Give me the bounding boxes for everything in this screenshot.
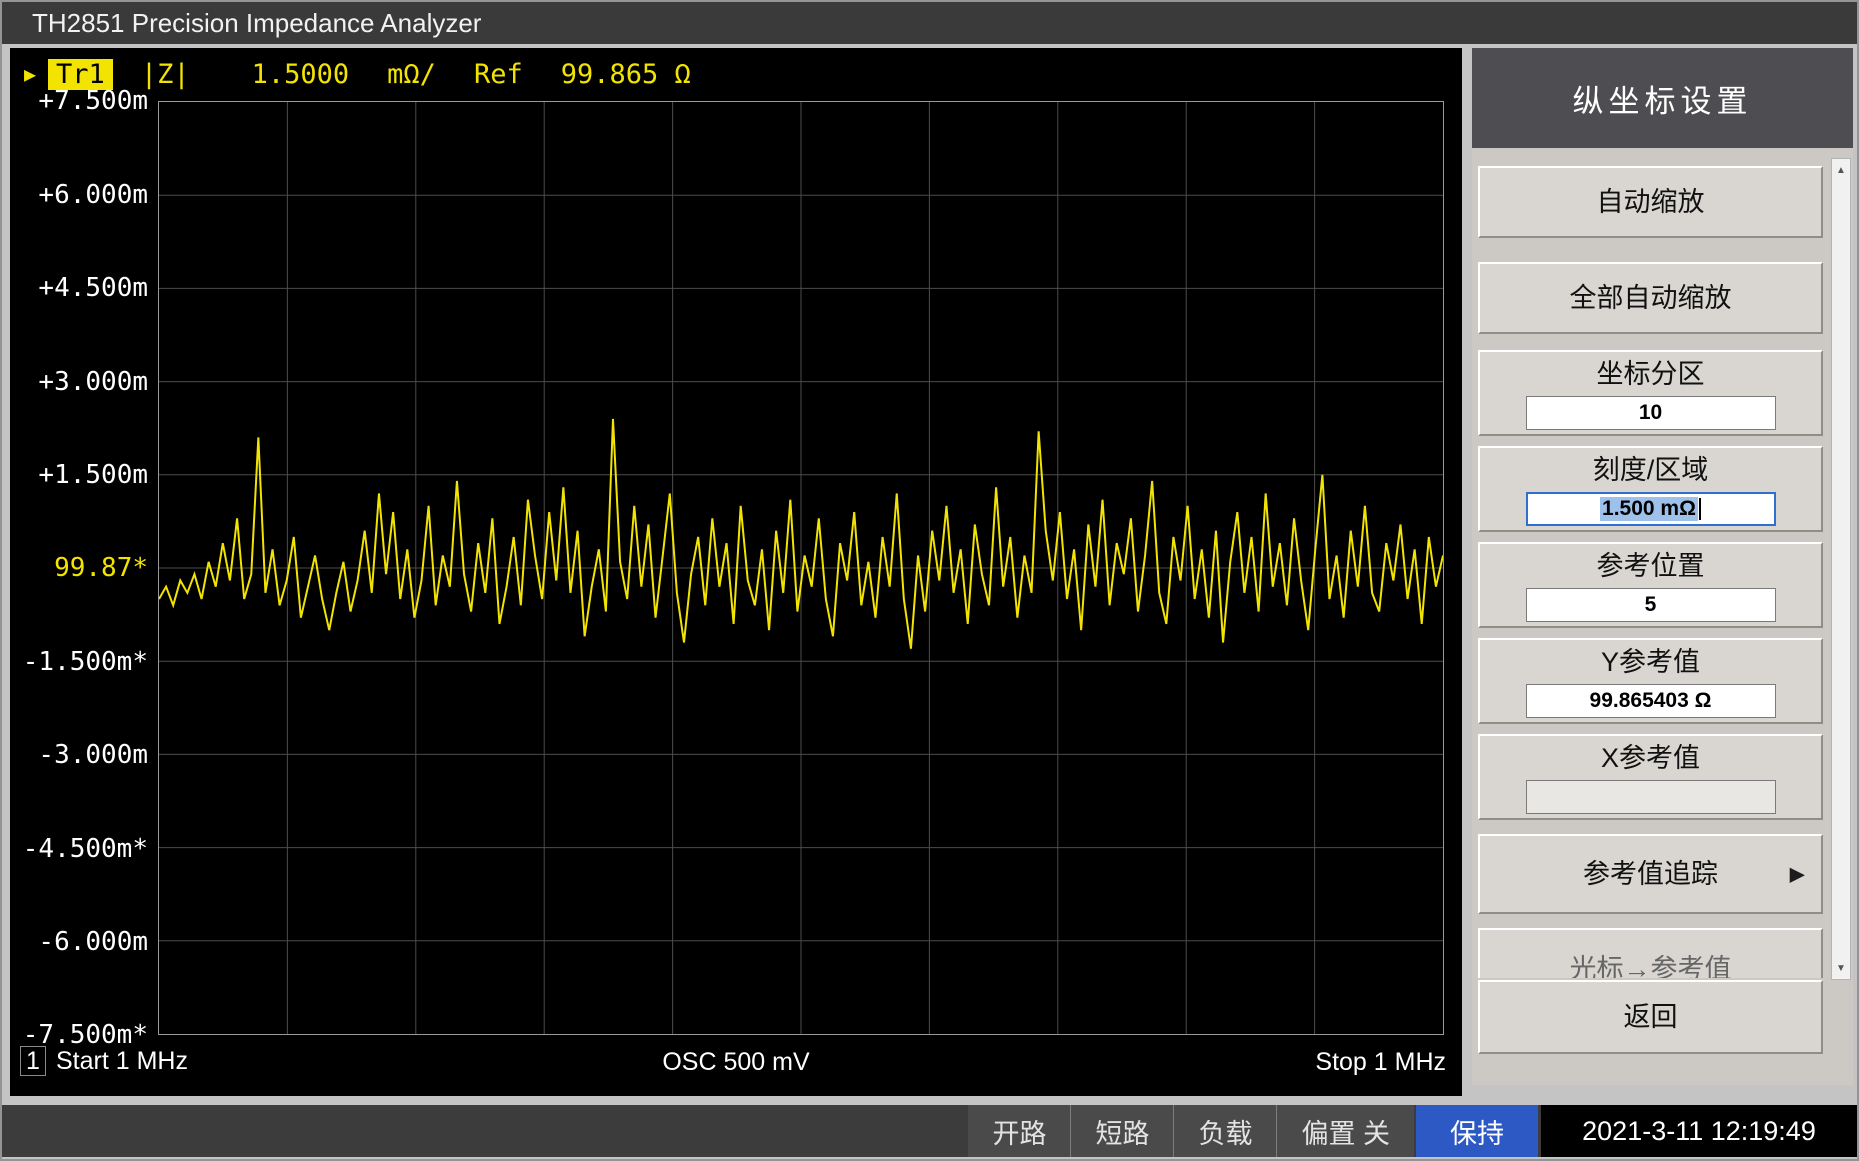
bottom-bar: 开路 短路 负载 偏置 关 保持 2021-3-11 12:19:49	[2, 1105, 1857, 1157]
y-axis-label: +6.000m	[10, 180, 148, 210]
trace-grid-svg	[159, 102, 1443, 1034]
back-label: 返回	[1624, 1000, 1678, 1034]
scroll-up-icon[interactable]: ▲	[1832, 159, 1850, 181]
divisions-input[interactable]: 10	[1526, 396, 1776, 430]
scale-per-division-button[interactable]: 刻度/区域 1.500 mΩ	[1478, 446, 1823, 532]
reference-tracking-label: 参考值追踪	[1583, 857, 1718, 891]
y-axis-label: +4.500m	[10, 273, 148, 303]
scale-per-division-input[interactable]: 1.500 mΩ	[1526, 492, 1776, 526]
x-reference-button[interactable]: X参考值	[1478, 734, 1823, 820]
scroll-down-icon[interactable]: ▼	[1832, 957, 1850, 979]
window-title: TH2851 Precision Impedance Analyzer	[2, 2, 1857, 44]
x-reference-label: X参考值	[1601, 741, 1700, 775]
reference-tracking-button[interactable]: 参考值追踪 ▶	[1478, 834, 1823, 914]
y-axis-label: -6.000m	[10, 927, 148, 957]
y-axis-labels: +7.500m +6.000m +4.500m +3.000m +1.500m …	[10, 48, 154, 1096]
sweep-start: 1 Start 1 MHz	[20, 1046, 188, 1076]
stop-frequency-label: Stop 1 MHz	[1315, 1048, 1446, 1077]
scale-per-division-value: 1.500 mΩ	[1600, 497, 1698, 521]
y-axis-label: -1.500m*	[10, 647, 148, 677]
hold-button[interactable]: 保持	[1416, 1105, 1538, 1157]
y-axis-label: +1.500m	[10, 460, 148, 490]
panel-scrollbar[interactable]: ▲ ▼	[1831, 158, 1851, 980]
reference-position-button[interactable]: 参考位置 5	[1478, 542, 1823, 628]
auto-scale-all-label: 全部自动缩放	[1570, 281, 1732, 315]
auto-scale-all-button[interactable]: 全部自动缩放	[1478, 262, 1823, 334]
short-correction-button[interactable]: 短路	[1070, 1105, 1173, 1157]
trace-ref-value: 99.865 Ω	[561, 59, 691, 90]
y-axis-label: -4.500m*	[10, 834, 148, 864]
y-reference-label: Y参考值	[1601, 645, 1700, 679]
osc-level-label: OSC 500 mV	[662, 1048, 809, 1077]
x-reference-input[interactable]	[1526, 780, 1776, 814]
bias-toggle-button[interactable]: 偏置 关	[1276, 1105, 1414, 1157]
reference-position-input[interactable]: 5	[1526, 588, 1776, 622]
auto-scale-button[interactable]: 自动缩放	[1478, 166, 1823, 238]
auto-scale-label: 自动缩放	[1597, 185, 1705, 219]
channel-indicator: 1	[20, 1046, 46, 1076]
x-axis-bar: 1 Start 1 MHz OSC 500 mV Stop 1 MHz	[10, 1046, 1462, 1080]
reference-position-label: 参考位置	[1597, 549, 1705, 583]
trace-scale-value: 1.5000	[252, 59, 350, 90]
divisions-button[interactable]: 坐标分区 10	[1478, 350, 1823, 436]
submenu-arrow-icon: ▶	[1790, 862, 1805, 887]
measurement-display: ▶ Tr1 |Z| 1.5000 mΩ/ Ref 99.865 Ω +7.500…	[10, 48, 1462, 1096]
y-reference-button[interactable]: Y参考值 99.865403 Ω	[1478, 638, 1823, 724]
trace-ref-label: Ref	[474, 59, 523, 90]
panel-title: 纵坐标设置	[1472, 48, 1853, 148]
impedance-trace-plot	[158, 101, 1444, 1035]
marker-to-reference-button-clipped[interactable]: 光标→参考值	[1478, 928, 1823, 978]
y-axis-label: -3.000m	[10, 740, 148, 770]
scale-per-division-label: 刻度/区域	[1593, 453, 1709, 487]
y-axis-settings-panel: 纵坐标设置 自动缩放 全部自动缩放 坐标分区 10 刻度/区域 1.500 mΩ…	[1472, 48, 1853, 1085]
datetime-display: 2021-3-11 12:19:49	[1541, 1105, 1857, 1157]
back-button[interactable]: 返回	[1478, 980, 1823, 1054]
text-caret	[1699, 498, 1701, 520]
start-frequency-label: Start 1 MHz	[56, 1047, 188, 1076]
trace-scale-unit: mΩ/	[387, 59, 436, 90]
open-correction-button[interactable]: 开路	[968, 1105, 1070, 1157]
divisions-label: 坐标分区	[1597, 357, 1705, 391]
y-axis-reference-label: 99.87*	[10, 553, 148, 583]
y-reference-input[interactable]: 99.865403 Ω	[1526, 684, 1776, 718]
load-correction-button[interactable]: 负载	[1173, 1105, 1276, 1157]
marker-to-reference-label: 光标→参考值	[1570, 952, 1732, 978]
y-axis-label: +3.000m	[10, 367, 148, 397]
y-axis-label: +7.500m	[10, 86, 148, 116]
